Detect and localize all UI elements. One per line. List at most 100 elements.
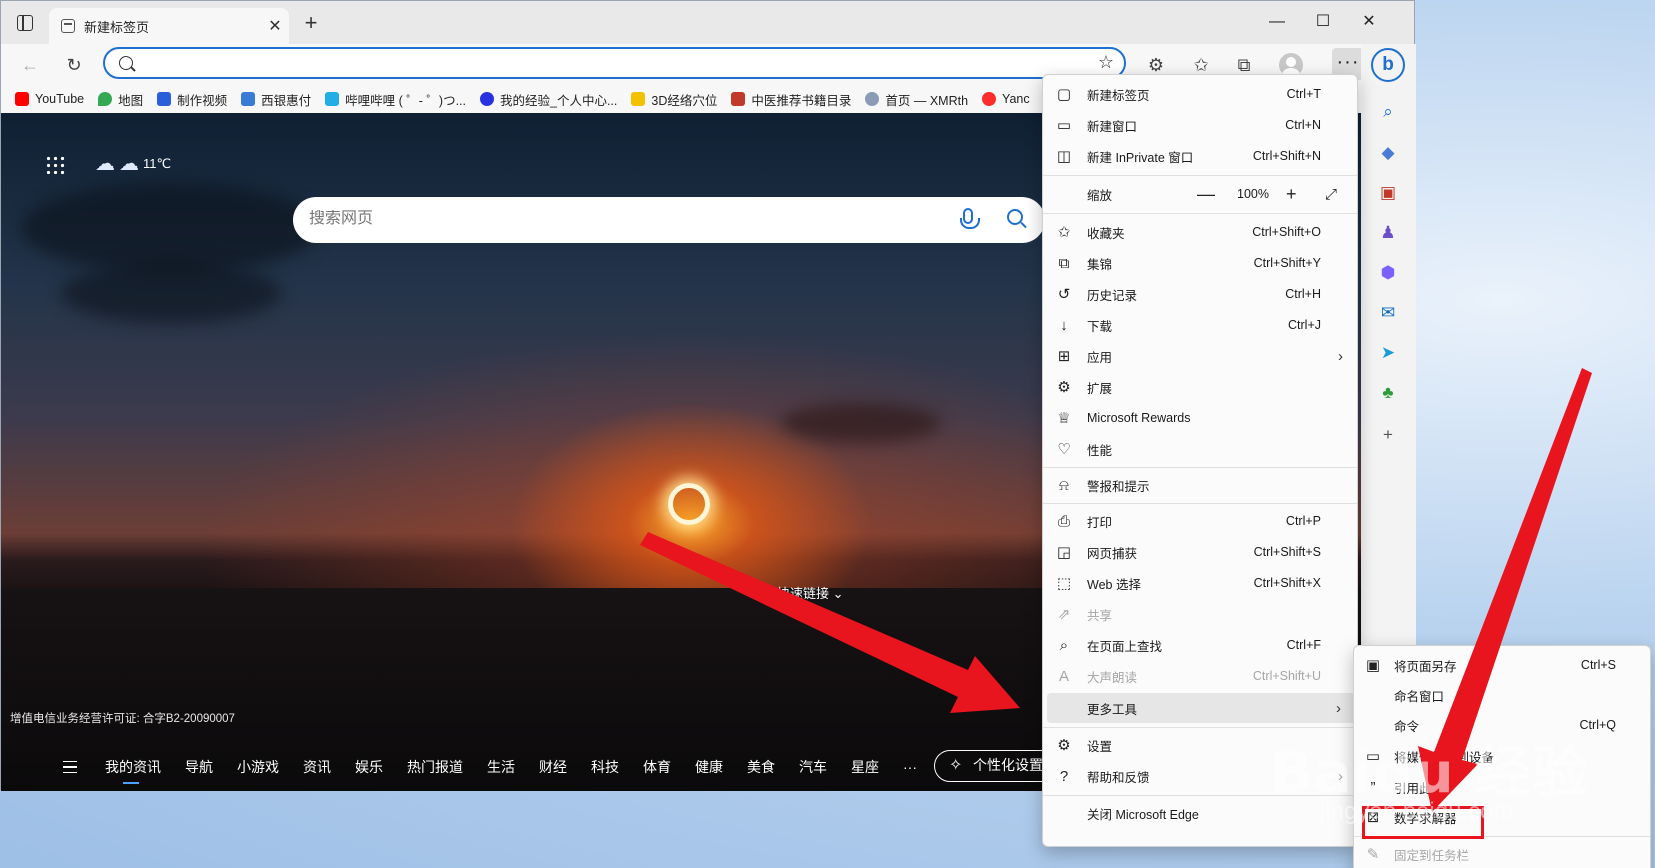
submenu-save-page[interactable]: ▣ 将页面另存 Ctrl+S: [1354, 650, 1650, 680]
inprivate-icon: ◫: [1056, 148, 1072, 165]
menu-more-tools[interactable]: 更多工具 ›: [1047, 693, 1355, 723]
menu-apps[interactable]: ⊞ 应用 ›: [1043, 341, 1357, 371]
menu-favorites[interactable]: ✩ 收藏夹 Ctrl+Shift+O: [1043, 217, 1357, 247]
new-tab-button[interactable]: +: [297, 9, 325, 37]
nav-more[interactable]: ···: [903, 759, 917, 775]
favorite-video[interactable]: 制作视频: [157, 90, 227, 109]
favorite-bilibili[interactable]: 哔哩哔哩 ( ゜- ゜)つ...: [325, 90, 466, 109]
gear-icon: ⚙: [1057, 737, 1071, 754]
menu-divider: [1043, 213, 1357, 214]
newtab-page-icon: [61, 19, 75, 33]
cloud-decoration: [61, 263, 281, 323]
menu-collections[interactable]: ⧉ 集锦 Ctrl+Shift+Y: [1043, 248, 1357, 278]
favorite-yandex[interactable]: Yanc: [982, 92, 1030, 106]
shopping-tag-icon[interactable]: ◆: [1375, 140, 1401, 166]
fullscreen-icon[interactable]: ⤢: [1325, 186, 1337, 203]
tab-actions-icon[interactable]: [17, 15, 33, 31]
apps-grid-icon[interactable]: [45, 155, 65, 175]
book-icon: [731, 92, 746, 106]
favorite-youtube[interactable]: YouTube: [15, 92, 84, 106]
submenu-name-window[interactable]: 命名窗口: [1354, 680, 1650, 710]
menu-history[interactable]: ↺ 历史记录 Ctrl+H: [1043, 279, 1357, 309]
menu-icon[interactable]: [63, 761, 77, 773]
nav-trending[interactable]: 热门报道: [407, 757, 463, 777]
menu-alerts[interactable]: ⍾ 警报和提示: [1043, 470, 1357, 500]
menu-divider: [1043, 175, 1357, 176]
microphone-icon[interactable]: [960, 208, 980, 229]
tools-icon[interactable]: ▣: [1375, 180, 1401, 206]
send-icon[interactable]: ➤: [1375, 340, 1401, 366]
nav-sports[interactable]: 体育: [643, 757, 671, 777]
search-icon: [119, 56, 133, 70]
favorite-jingyan[interactable]: 我的经验_个人中心...: [480, 90, 617, 109]
xmrth-icon: [865, 92, 880, 106]
nav-my-feed[interactable]: 我的资讯: [105, 757, 161, 784]
menu-find[interactable]: ⌕ 在页面上查找 Ctrl+F: [1043, 630, 1357, 660]
quick-links-toggle[interactable]: 快速链接 ⌄: [777, 583, 844, 602]
refresh-icon[interactable]: ↻: [59, 50, 89, 80]
web-search-box[interactable]: [293, 197, 1045, 243]
bing-copilot-icon[interactable]: b: [1371, 48, 1405, 82]
map-pin-icon: [98, 92, 113, 106]
tab-new-tab[interactable]: 新建标签页 ✕: [49, 8, 289, 44]
add-icon[interactable]: +: [1375, 422, 1401, 448]
search-icon[interactable]: [1007, 209, 1023, 225]
menu-new-window[interactable]: ▭ 新建窗口 Ctrl+N: [1043, 110, 1357, 140]
search-icon[interactable]: ⌕: [1375, 99, 1401, 125]
maximize-button[interactable]: ☐: [1301, 7, 1345, 37]
microsoft365-icon[interactable]: ⬢: [1375, 260, 1401, 286]
favorite-xmrth[interactable]: 首页 — XMRth: [865, 90, 968, 109]
menu-web-select[interactable]: ⬚ Web 选择 Ctrl+Shift+X: [1043, 568, 1357, 598]
menu-rewards[interactable]: ♕ Microsoft Rewards: [1043, 403, 1357, 433]
favorite-tcm-books[interactable]: 中医推荐书籍目录: [731, 90, 851, 109]
add-favorite-icon[interactable]: ☆: [1098, 52, 1114, 73]
snow-cloud-icon: ☁: [119, 153, 139, 175]
cloud-decoration: [21, 183, 321, 273]
search-input[interactable]: [309, 210, 909, 228]
menu-print[interactable]: ⎙ 打印 Ctrl+P: [1043, 506, 1357, 536]
menu-extensions[interactable]: ⚙ 扩展: [1043, 372, 1357, 402]
menu-performance[interactable]: ♡ 性能: [1043, 434, 1357, 464]
apps-icon: ⊞: [1057, 348, 1071, 365]
nav-food[interactable]: 美食: [747, 757, 775, 777]
games-icon[interactable]: ♟: [1375, 220, 1401, 246]
menu-read-aloud: A 大声朗读 Ctrl+Shift+U: [1043, 661, 1357, 691]
nav-entertainment[interactable]: 娱乐: [355, 757, 383, 777]
menu-web-capture[interactable]: ◲ 网页捕获 Ctrl+Shift+S: [1043, 537, 1357, 567]
nav-games[interactable]: 小游戏: [237, 757, 279, 777]
close-window-button[interactable]: ✕: [1347, 7, 1391, 37]
nav-life[interactable]: 生活: [487, 757, 515, 777]
nav-news[interactable]: 资讯: [303, 757, 331, 777]
nav-health[interactable]: 健康: [695, 757, 723, 777]
tree-icon[interactable]: ♣: [1375, 380, 1401, 406]
zoom-value: 100%: [1237, 187, 1269, 201]
address-bar[interactable]: ☆: [103, 47, 1126, 79]
weather-widget[interactable]: ☁ ☁ 11℃: [95, 151, 171, 176]
performance-heart-icon: ♡: [1057, 441, 1071, 458]
menu-new-tab[interactable]: ▢ 新建标签页 Ctrl+T: [1043, 79, 1357, 109]
minimize-button[interactable]: —: [1255, 7, 1299, 37]
menu-new-inprivate[interactable]: ◫ 新建 InPrivate 窗口 Ctrl+Shift+N: [1043, 141, 1357, 171]
back-icon[interactable]: ←: [15, 50, 45, 80]
youtube-icon: [15, 92, 29, 106]
favorite-xiyin[interactable]: 西银惠付: [241, 90, 311, 109]
star-icon: ✧: [949, 757, 963, 774]
address-input[interactable]: [143, 53, 1063, 73]
personalize-button[interactable]: ✧ 个性化设置: [934, 750, 1058, 782]
nav-auto[interactable]: 汽车: [799, 757, 827, 777]
nav-finance[interactable]: 财经: [539, 757, 567, 777]
nav-navigation[interactable]: 导航: [185, 757, 213, 777]
meridian-icon: [631, 92, 646, 106]
zoom-in-button[interactable]: +: [1286, 184, 1297, 205]
menu-downloads[interactable]: ↓ 下载 Ctrl+J: [1043, 310, 1357, 340]
chevron-right-icon: ›: [1338, 347, 1343, 365]
nav-tech[interactable]: 科技: [591, 757, 619, 777]
new-tab-icon: ▢: [1056, 86, 1072, 103]
tab-close-icon[interactable]: ✕: [261, 16, 289, 36]
outlook-icon[interactable]: ✉: [1375, 300, 1401, 326]
zoom-out-button[interactable]: —: [1197, 184, 1215, 205]
favorite-3d-meridian[interactable]: 3D经络穴位: [631, 90, 717, 109]
nav-horoscope[interactable]: 星座: [851, 757, 879, 777]
favorite-maps[interactable]: 地图: [98, 90, 143, 109]
video-icon: [157, 92, 172, 106]
